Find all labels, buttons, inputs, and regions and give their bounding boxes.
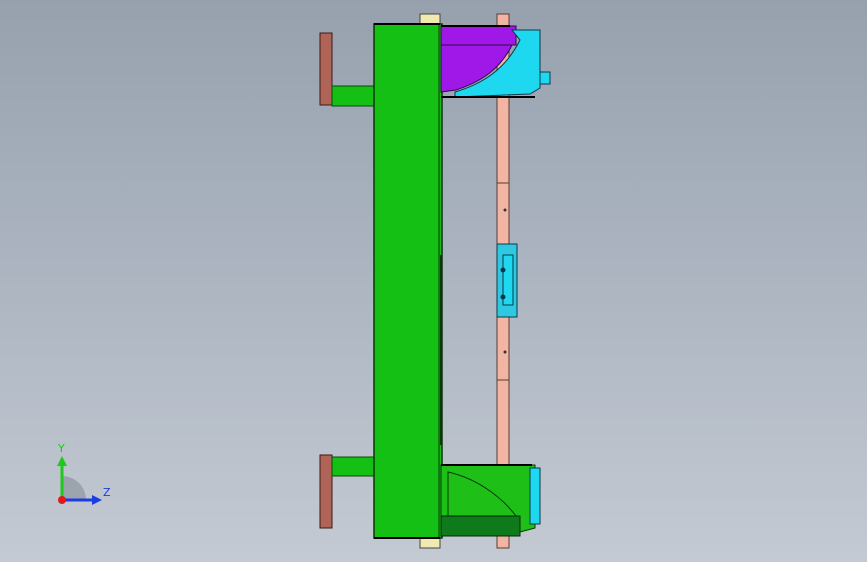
center-clamp[interactable] <box>496 243 518 318</box>
z-axis-label: Z <box>103 486 111 499</box>
cad-graphics-viewport[interactable]: Y Z <box>0 0 867 562</box>
top-clamp-fixture[interactable] <box>440 25 551 98</box>
fixture-assembly-model[interactable] <box>0 0 867 562</box>
rear-handle-bottom[interactable] <box>319 454 375 529</box>
y-axis-label: Y <box>58 442 65 455</box>
view-orientation-triad[interactable]: Y Z <box>40 440 120 520</box>
rear-handle-top[interactable] <box>319 32 375 107</box>
z-axis-arrowhead <box>92 495 102 505</box>
triad-quarter-disc <box>62 476 86 500</box>
main-base-plate[interactable] <box>373 23 443 539</box>
y-axis-arrowhead <box>57 456 67 466</box>
bottom-clamp-fixture[interactable] <box>440 464 541 537</box>
triad-origin <box>58 496 66 504</box>
